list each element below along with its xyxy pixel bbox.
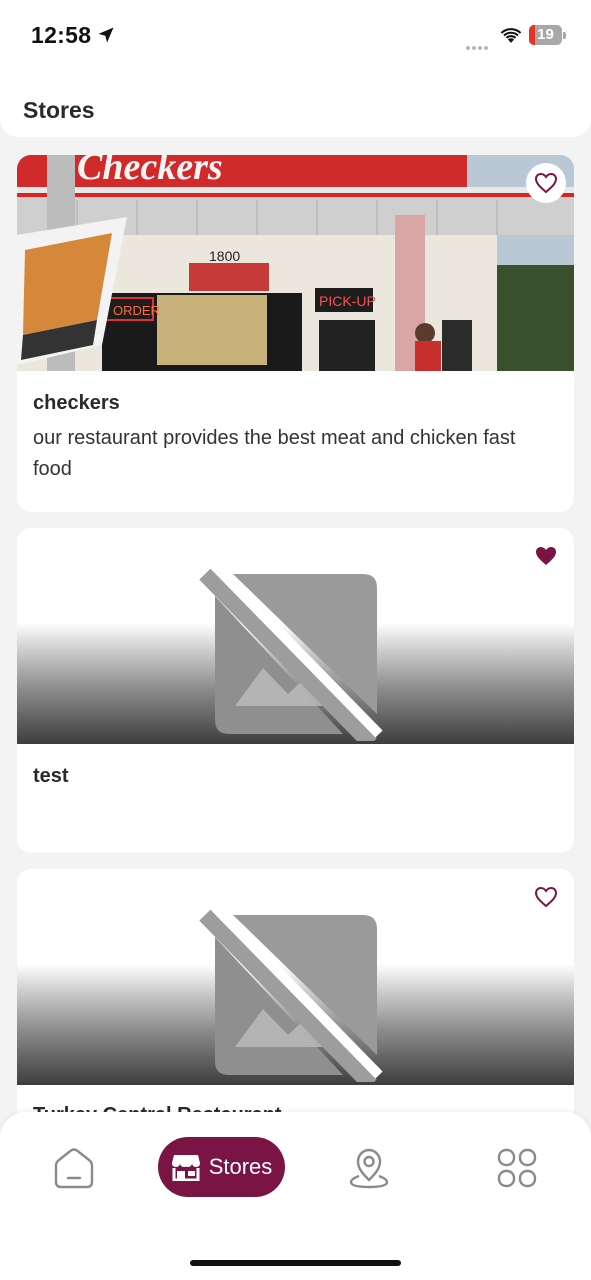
nav-map[interactable] bbox=[345, 1144, 393, 1192]
store-image bbox=[17, 528, 574, 744]
store-card[interactable]: test bbox=[17, 528, 574, 853]
broken-image-icon bbox=[199, 897, 383, 1082]
store-icon bbox=[171, 1155, 200, 1181]
status-bar: 12:58 19 bbox=[0, 0, 591, 70]
store-description: our restaurant provides the best meat an… bbox=[33, 427, 516, 480]
store-card[interactable]: Checkers ORDER PICK-UP 1800 checkers our… bbox=[17, 155, 574, 512]
heart-filled-icon bbox=[536, 547, 556, 565]
broken-image-icon bbox=[199, 556, 383, 741]
favorite-button[interactable] bbox=[526, 163, 566, 203]
nav-stores[interactable]: Stores bbox=[158, 1137, 285, 1197]
nav-home[interactable] bbox=[50, 1144, 98, 1192]
map-pin-icon bbox=[349, 1148, 389, 1189]
store-image: Checkers ORDER PICK-UP 1800 bbox=[17, 155, 574, 371]
bottom-nav: Stores bbox=[0, 1112, 591, 1280]
store-card[interactable]: Turkey Central Restaurant bbox=[17, 869, 574, 1139]
grid-icon bbox=[497, 1148, 537, 1188]
header: Stores bbox=[0, 70, 591, 137]
battery-level: 19 bbox=[537, 26, 554, 43]
svg-text:ORDER: ORDER bbox=[113, 303, 160, 318]
svg-text:Checkers: Checkers bbox=[77, 155, 223, 188]
heart-outline-icon bbox=[534, 886, 558, 908]
home-indicator bbox=[190, 1260, 401, 1266]
home-icon bbox=[54, 1148, 94, 1189]
location-arrow-icon bbox=[98, 27, 114, 43]
favorite-button[interactable] bbox=[526, 536, 566, 576]
store-image bbox=[17, 869, 574, 1085]
svg-text:PICK-UP: PICK-UP bbox=[319, 293, 376, 309]
page-title: Stores bbox=[23, 97, 95, 123]
store-name: test bbox=[33, 765, 69, 787]
favorite-button[interactable] bbox=[526, 877, 566, 917]
nav-more[interactable] bbox=[493, 1144, 541, 1192]
wifi-icon bbox=[500, 28, 522, 43]
storefront-photo: Checkers ORDER PICK-UP 1800 bbox=[17, 155, 574, 371]
svg-text:1800: 1800 bbox=[209, 248, 240, 264]
heart-outline-icon bbox=[534, 172, 558, 194]
nav-stores-label: Stores bbox=[208, 1154, 273, 1179]
cellular-signal-icon bbox=[466, 37, 490, 55]
store-name: checkers bbox=[33, 392, 120, 414]
status-time: 12:58 bbox=[31, 22, 92, 48]
battery-indicator: 19 bbox=[529, 25, 566, 45]
